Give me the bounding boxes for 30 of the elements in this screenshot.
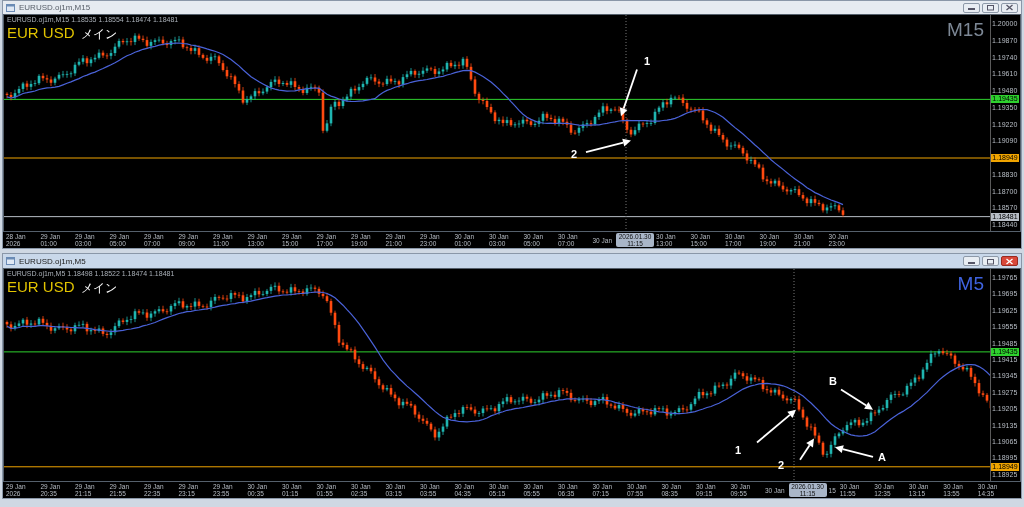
arrow [840,388,873,410]
chart-window-icon [6,257,15,265]
maximize-icon [986,4,995,11]
arrow [835,445,874,458]
window-title: EURUSD.oj1m,M5 [19,256,87,266]
chart-label: メイン [80,280,117,297]
annotation-label: 1 [735,445,742,457]
minimize-button[interactable] [963,256,980,266]
maximize-button[interactable] [982,2,999,13]
annotation-label: 2 [571,149,578,161]
close-icon [1005,4,1014,11]
annotation-label: A [878,452,886,464]
timeframe-label: M15 [947,19,984,41]
minimize-button[interactable] [963,2,980,13]
close-button[interactable] [1001,256,1018,266]
arrow [756,409,796,444]
window-title: EURUSD.oj1m,M15 [19,3,92,12]
maximize-icon [986,257,995,265]
annotation-label: B [829,375,837,387]
close-icon [1005,257,1014,265]
chart-label: メイン [80,26,117,43]
maximize-button[interactable] [982,256,999,266]
arrow [619,68,638,117]
symbol-label: EUR USD [7,24,75,41]
symbol-label: EUR USD [7,278,75,295]
close-button[interactable] [1001,2,1018,13]
arrow [799,438,814,461]
arrow [585,138,631,154]
annotation-label: 1 [644,55,651,67]
timeframe-label: M5 [957,273,984,295]
